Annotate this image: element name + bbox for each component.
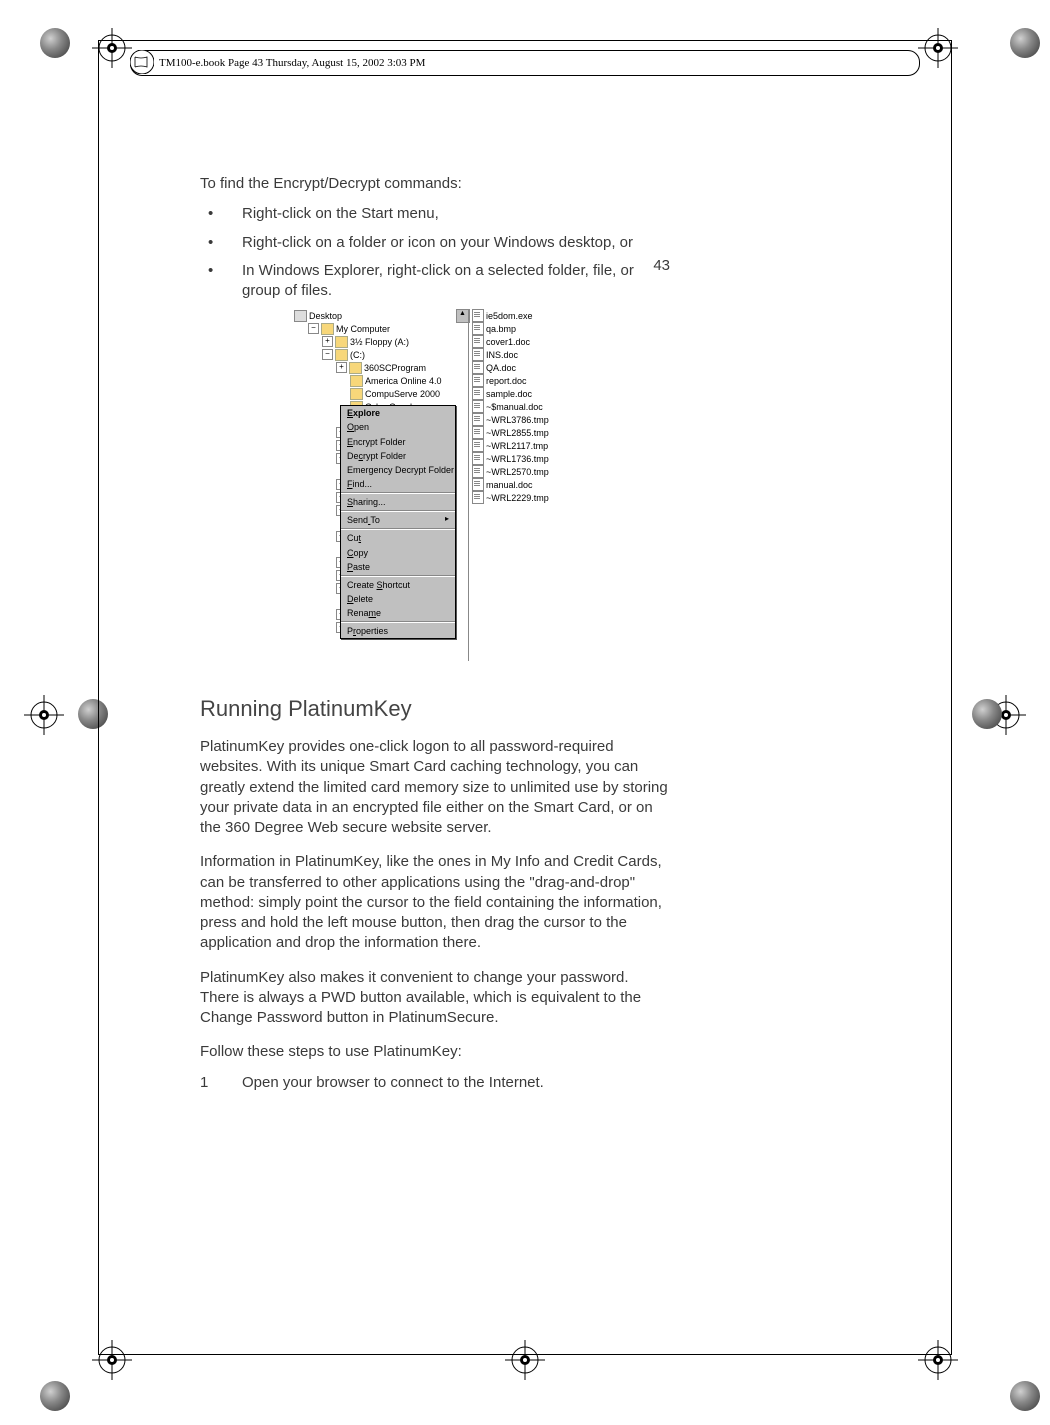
menu-item[interactable]: Emergency Decrypt Folder	[341, 463, 455, 477]
expand-icon[interactable]: +	[336, 362, 347, 373]
tree-item[interactable]: −My Computer	[290, 322, 468, 335]
file-icon	[472, 452, 484, 465]
tree-item[interactable]: +360SCProgram	[290, 361, 468, 374]
file-icon	[472, 413, 484, 426]
menu-item[interactable]: Open	[341, 420, 455, 434]
menu-item[interactable]: Properties	[341, 624, 455, 638]
header-text: TM100-e.book Page 43 Thursday, August 15…	[159, 57, 425, 69]
file-icon	[472, 465, 484, 478]
bullet-list: Right-click on the Start menu, Right-cli…	[200, 204, 670, 301]
explorer-screenshot: Desktop−My Computer+3½ Floppy (A:)−(C:)+…	[290, 309, 580, 661]
context-menu: ExploreOpenEncrypt FolderDecrypt FolderE…	[340, 405, 456, 639]
desktop-icon	[294, 310, 307, 322]
folder-icon	[350, 388, 363, 400]
folder-icon	[335, 336, 348, 348]
paragraph: PlatinumKey provides one-click logon to …	[200, 737, 670, 838]
file-item[interactable]: ~WRL2570.tmp	[472, 465, 580, 478]
tree-item[interactable]: CompuServe 2000	[290, 387, 468, 400]
menu-item[interactable]: Paste	[341, 560, 455, 574]
folder-icon	[349, 362, 362, 374]
collapse-icon[interactable]: −	[308, 323, 319, 334]
menu-item[interactable]: Delete	[341, 592, 455, 606]
list-item: Right-click on a folder or icon on your …	[200, 233, 670, 253]
list-item: In Windows Explorer, right-click on a se…	[200, 261, 670, 302]
file-item[interactable]: ~$manual.doc	[472, 400, 580, 413]
file-icon	[472, 374, 484, 387]
file-item[interactable]: ~WRL3786.tmp	[472, 413, 580, 426]
menu-item[interactable]: Decrypt Folder	[341, 449, 455, 463]
menu-item[interactable]: Find...	[341, 477, 455, 491]
menu-item[interactable]: Explore	[341, 406, 455, 420]
list-item: Right-click on the Start menu,	[200, 204, 670, 224]
folder-icon	[335, 349, 348, 361]
folder-icon	[321, 323, 334, 335]
tree-item[interactable]: −(C:)	[290, 348, 468, 361]
file-item[interactable]: ~WRL2117.tmp	[472, 439, 580, 452]
menu-item[interactable]: Copy	[341, 546, 455, 560]
file-item[interactable]: ~WRL1736.tmp	[472, 452, 580, 465]
file-icon	[472, 426, 484, 439]
header-pill: TM100-e.book Page 43 Thursday, August 15…	[130, 50, 920, 76]
file-icon	[472, 491, 484, 504]
file-icon	[472, 322, 484, 335]
numbered-list: 1Open your browser to connect to the Int…	[200, 1073, 670, 1093]
file-item[interactable]: qa.bmp	[472, 322, 580, 335]
menu-item[interactable]: Rename	[341, 606, 455, 620]
list-item: 1Open your browser to connect to the Int…	[200, 1073, 670, 1093]
file-item[interactable]: INS.doc	[472, 348, 580, 361]
content-area: 43 To find the Encrypt/Decrypt commands:…	[200, 128, 670, 1101]
expand-icon[interactable]: +	[322, 336, 333, 347]
file-item[interactable]: manual.doc	[472, 478, 580, 491]
file-icon	[472, 400, 484, 413]
file-item[interactable]: ~WRL2855.tmp	[472, 426, 580, 439]
file-item[interactable]: cover1.doc	[472, 335, 580, 348]
file-item[interactable]: ie5dom.exe	[472, 309, 580, 322]
file-icon	[472, 361, 484, 374]
file-icon	[472, 387, 484, 400]
file-icon	[472, 478, 484, 491]
section-heading: Running PlatinumKey	[200, 694, 670, 724]
steps-intro: Follow these steps to use PlatinumKey:	[200, 1042, 670, 1062]
folder-icon	[350, 375, 363, 387]
collapse-icon[interactable]: −	[322, 349, 333, 360]
tree-item[interactable]: America Online 4.0	[290, 374, 468, 387]
paragraph: PlatinumKey also makes it convenient to …	[200, 968, 670, 1029]
reg-mark	[24, 695, 64, 740]
menu-item[interactable]: Cut	[341, 531, 455, 545]
intro-text: To find the Encrypt/Decrypt commands:	[200, 174, 670, 194]
menu-item[interactable]: Send To	[341, 513, 455, 527]
file-icon	[472, 439, 484, 452]
file-item[interactable]: ~WRL2229.tmp	[472, 491, 580, 504]
menu-item[interactable]: Encrypt Folder	[341, 435, 455, 449]
file-item[interactable]: report.doc	[472, 374, 580, 387]
tree-item[interactable]: Desktop	[290, 309, 468, 322]
paragraph: Information in PlatinumKey, like the one…	[200, 852, 670, 953]
menu-item[interactable]: Create Shortcut	[341, 578, 455, 592]
file-item[interactable]: sample.doc	[472, 387, 580, 400]
file-list-pane: ie5dom.exeqa.bmpcover1.docINS.docQA.docr…	[472, 309, 580, 661]
file-item[interactable]: QA.doc	[472, 361, 580, 374]
file-icon	[472, 335, 484, 348]
file-icon	[472, 348, 484, 361]
file-icon	[472, 309, 484, 322]
menu-item[interactable]: Sharing...	[341, 495, 455, 509]
tree-item[interactable]: +3½ Floppy (A:)	[290, 335, 468, 348]
